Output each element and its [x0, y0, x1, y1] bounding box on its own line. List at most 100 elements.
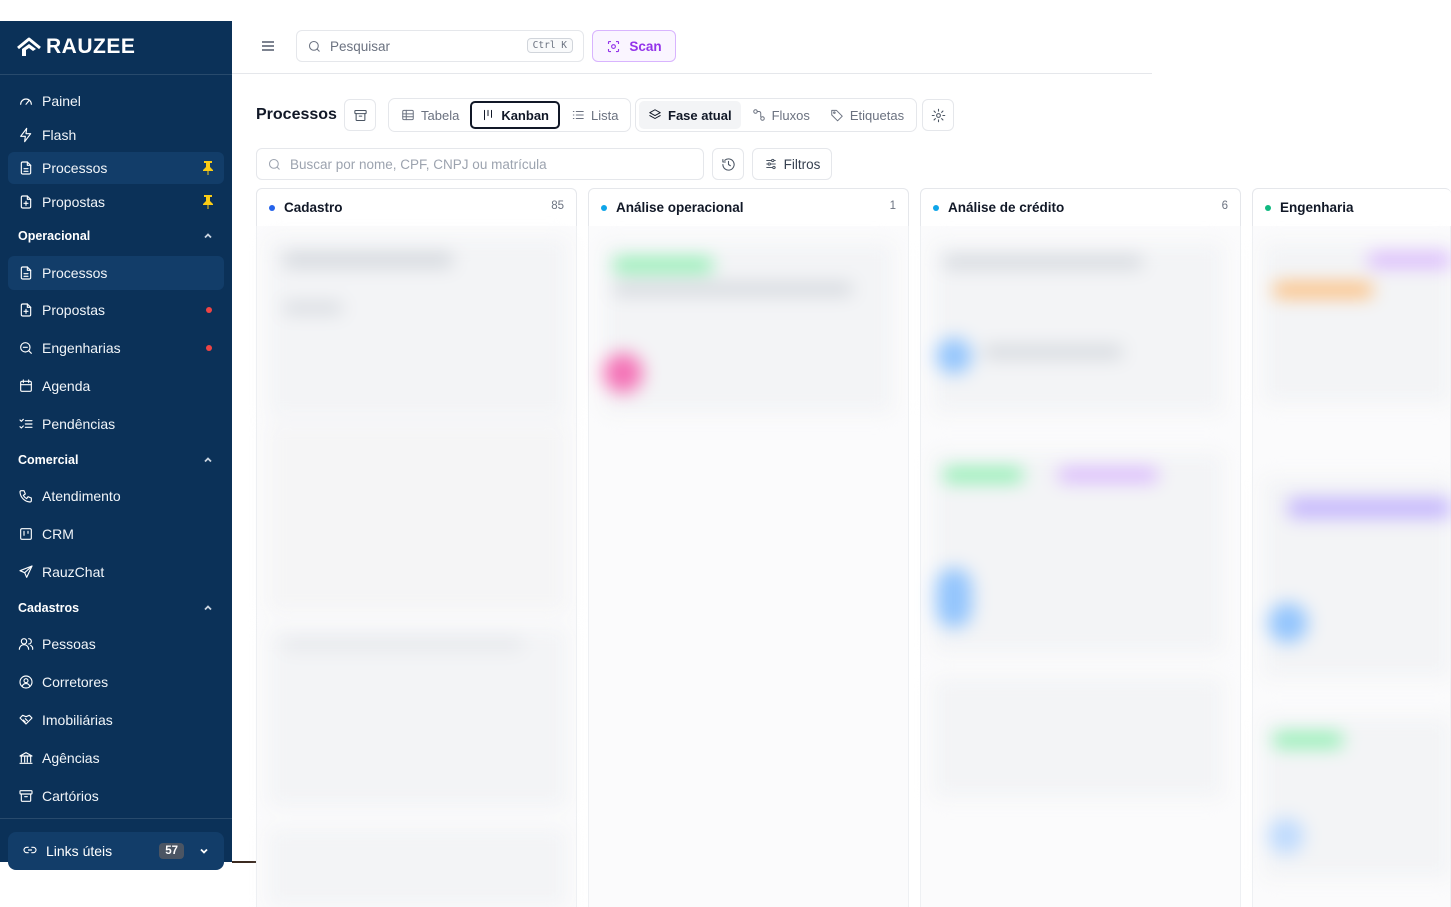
phone-icon: [18, 488, 34, 504]
group-etiquetas[interactable]: Etiquetas: [821, 101, 913, 129]
table-icon: [402, 109, 414, 121]
view-label: Lista: [590, 107, 619, 123]
column-dot: [933, 204, 939, 211]
sidebar-item-cartorios[interactable]: Cartórios: [8, 780, 224, 812]
blurred-avatar: [603, 353, 643, 393]
blurred-avatar: [936, 338, 972, 374]
sidebar-item-label: Processos: [42, 160, 108, 176]
blurred-line: [943, 256, 1143, 268]
archive-icon: [353, 109, 367, 121]
blurred-card: [268, 423, 568, 613]
links-uteis-button[interactable]: Links úteis 57: [8, 832, 224, 870]
page-title: Processos: [256, 106, 337, 123]
column-count: 1: [889, 200, 896, 212]
process-search[interactable]: [256, 148, 704, 180]
notification-dot: [206, 345, 212, 351]
blurred-line: [613, 283, 853, 295]
search-icon: [308, 40, 320, 52]
hamburger-icon: [262, 41, 274, 51]
column-dot: [269, 204, 275, 211]
sidebar-item-corretores[interactable]: Corretores: [8, 666, 224, 698]
user-circle-icon: [18, 674, 34, 690]
history-button[interactable]: [712, 148, 744, 180]
sidebar-item-propostas-pinned[interactable]: Propostas: [8, 186, 224, 218]
logo[interactable]: RAUZEE: [16, 35, 135, 59]
blurred-card: [268, 628, 568, 808]
sidebar-item-label: Propostas: [42, 302, 106, 318]
pin-icon[interactable]: [202, 194, 214, 210]
kanban-column-cadastro[interactable]: Cadastro 85: [256, 188, 577, 226]
sidebar-item-atendimento[interactable]: Atendimento: [8, 480, 224, 512]
send-icon: [18, 564, 34, 580]
sidebar-item-processos[interactable]: Processos: [8, 256, 224, 290]
blurred-line: [983, 346, 1123, 358]
group-fase-atual[interactable]: Fase atual: [639, 101, 741, 129]
sidebar-item-agenda[interactable]: Agenda: [8, 370, 224, 402]
view-kanban[interactable]: Kanban: [470, 101, 560, 129]
calendar-icon: [18, 378, 34, 394]
document-add-icon: [18, 194, 34, 210]
sidebar-item-label: Pessoas: [42, 636, 96, 652]
sidebar: RAUZEE Painel Flash Processos Propostas …: [0, 21, 232, 870]
view-label: Kanban: [501, 107, 549, 123]
divider: [232, 73, 1152, 74]
sidebar-item-processos-pinned[interactable]: Processos: [8, 152, 224, 184]
sidebar-item-propostas[interactable]: Propostas: [8, 294, 224, 326]
menu-toggle-button[interactable]: [260, 38, 276, 54]
view-lista[interactable]: Lista: [562, 101, 627, 129]
section-operacional[interactable]: Operacional: [18, 225, 214, 247]
scan-label: Scan: [629, 38, 662, 54]
blurred-line: [283, 253, 453, 267]
group-fluxos[interactable]: Fluxos: [743, 101, 819, 129]
sidebar-item-pendencias[interactable]: Pendências: [8, 408, 224, 440]
list-icon: [572, 111, 584, 119]
view-tabela[interactable]: Tabela: [392, 101, 468, 129]
group-label: Fase atual: [668, 107, 732, 123]
kanban-column-analise-credito[interactable]: Análise de crédito 6: [920, 188, 1241, 226]
users-icon: [18, 636, 34, 652]
divider: [0, 818, 232, 819]
chevron-up-icon: [204, 233, 212, 239]
settings-button[interactable]: [922, 99, 954, 131]
kanban-column-analise-operacional[interactable]: Análise operacional 1: [588, 188, 909, 226]
global-search-input[interactable]: [330, 38, 520, 54]
tag-icon: [831, 109, 843, 122]
sidebar-item-imobiliarias[interactable]: Imobiliárias: [8, 704, 224, 736]
scan-button[interactable]: Scan: [592, 30, 676, 62]
section-comercial[interactable]: Comercial: [18, 449, 214, 471]
checklist-icon: [18, 416, 34, 432]
process-search-input[interactable]: [290, 156, 690, 172]
kanban-column-engenharia[interactable]: Engenharia: [1252, 188, 1451, 226]
sidebar-item-engenharias[interactable]: Engenharias: [8, 332, 224, 364]
sidebar-item-painel[interactable]: Painel: [8, 85, 224, 117]
sidebar-item-pessoas[interactable]: Pessoas: [8, 628, 224, 660]
sidebar-item-flash[interactable]: Flash: [8, 119, 224, 151]
document-icon: [18, 160, 34, 176]
blurred-tag: [1273, 283, 1373, 297]
gear-icon: [931, 108, 945, 122]
magnifier-icon: [18, 340, 34, 356]
flow-icon: [752, 109, 765, 121]
sidebar-item-agencias[interactable]: Agências: [8, 742, 224, 774]
bank-icon: [18, 750, 34, 766]
archive-button[interactable]: [344, 99, 376, 131]
sidebar-item-rauzchat[interactable]: RauzChat: [8, 556, 224, 588]
sidebar-item-crm[interactable]: CRM: [8, 518, 224, 550]
pin-icon[interactable]: [202, 160, 214, 176]
global-search[interactable]: Ctrl K: [296, 30, 584, 62]
shortcut-hint: Ctrl K: [526, 38, 573, 53]
chevron-down-icon[interactable]: [198, 845, 210, 857]
blurred-line: [283, 638, 523, 650]
blurred-card: [268, 828, 568, 907]
blurred-avatar: [936, 568, 972, 628]
column-count: 6: [1221, 200, 1228, 212]
blurred-tag: [613, 258, 713, 272]
sidebar-item-label: Corretores: [42, 674, 109, 690]
chevron-up-icon: [204, 457, 212, 463]
logo-text: RAUZEE: [46, 35, 136, 58]
group-label: Fluxos: [771, 107, 810, 123]
filters-button[interactable]: Filtros: [752, 148, 832, 180]
section-cadastros[interactable]: Cadastros: [18, 597, 214, 619]
sidebar-item-label: Processos: [42, 265, 108, 281]
column-title: Engenharia: [1280, 200, 1354, 215]
